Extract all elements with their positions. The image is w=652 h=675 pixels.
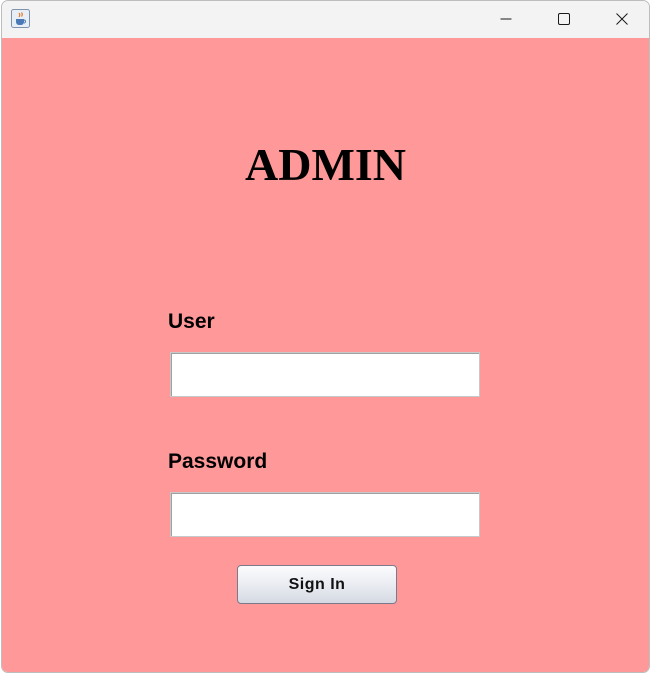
maximize-icon [558, 13, 570, 25]
user-input[interactable] [170, 352, 480, 397]
password-input[interactable] [170, 492, 480, 537]
user-label: User [168, 310, 215, 333]
sign-in-button[interactable]: Sign In [237, 565, 397, 604]
minimize-icon [500, 18, 512, 20]
close-icon [616, 13, 628, 25]
login-panel: ADMIN User Password Sign In [2, 38, 649, 672]
password-label: Password [168, 450, 268, 473]
minimize-button[interactable] [477, 1, 535, 37]
java-coffee-cup-icon [11, 9, 30, 28]
title-bar[interactable] [2, 1, 649, 37]
maximize-button[interactable] [535, 1, 593, 37]
app-window: ADMIN User Password Sign In [1, 0, 650, 673]
sign-in-label: Sign In [288, 575, 346, 593]
page-title: ADMIN [245, 139, 406, 190]
close-button[interactable] [593, 1, 649, 37]
